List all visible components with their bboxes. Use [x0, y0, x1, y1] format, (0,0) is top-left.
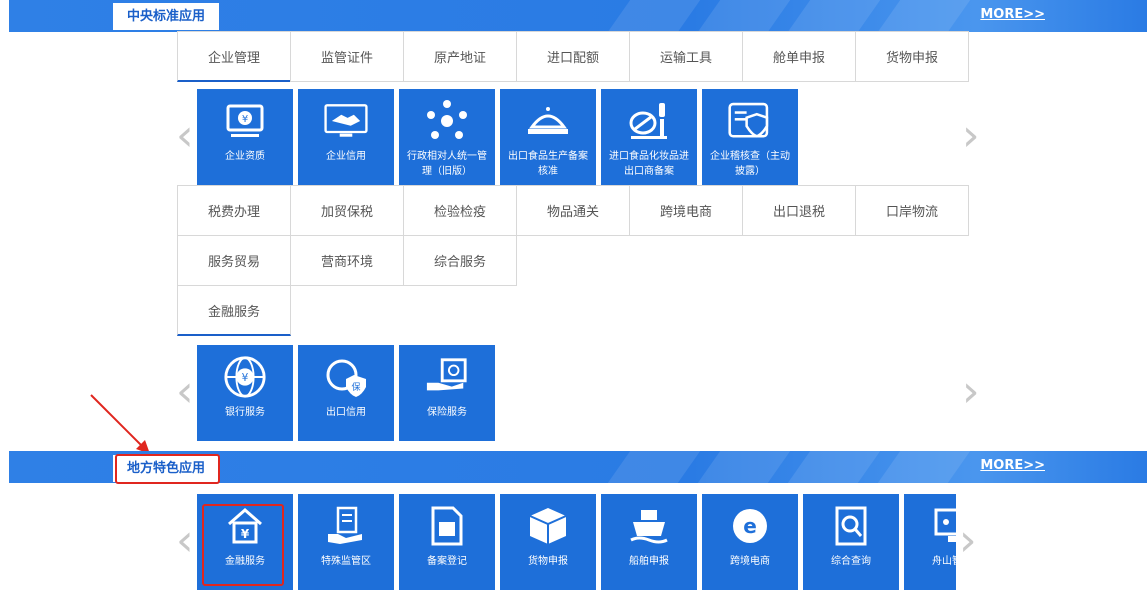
tab-manifest[interactable]: 舱单申报 — [742, 31, 856, 82]
tile-label: 舟山智慧 — [932, 556, 956, 567]
tile-label: 企业资质 — [225, 151, 265, 162]
tile-label: 企业信用 — [326, 151, 366, 162]
tabs-row-4: 金融服务 — [177, 285, 291, 336]
annotation-arrow — [90, 394, 150, 454]
ship-icon — [627, 504, 671, 548]
tile-enterprise-qualification[interactable]: ¥ 企业资质 — [197, 89, 293, 185]
tab-integrated-services[interactable]: 综合服务 — [403, 235, 517, 286]
carousel-next-icon[interactable]: › — [962, 370, 982, 414]
tab-tax[interactable]: 税费办理 — [177, 185, 291, 236]
annotation-box-financial — [202, 504, 284, 586]
tile-enterprise-audit[interactable]: 企业稽核查（主动披露） — [702, 89, 798, 185]
globe-shield-icon: 保 — [324, 355, 368, 399]
tile-cargo-declaration[interactable]: 货物申报 — [500, 494, 596, 590]
search-document-icon — [829, 504, 873, 548]
tile-label: 特殊监管区 — [321, 556, 371, 567]
carousel-prev-icon[interactable]: ‹ — [176, 370, 196, 414]
tab-export-rebate[interactable]: 出口退税 — [742, 185, 856, 236]
tab-transport[interactable]: 运输工具 — [629, 31, 743, 82]
tiles-enterprise: ¥ 企业资质 企业信用 行政相对人统一管理（旧版） 出口食品生产备案核准 进口食… — [197, 89, 798, 185]
form-document-icon — [425, 504, 469, 548]
tile-label: 进口食品化妆品进出口商备案 — [609, 151, 689, 177]
tile-import-cosmetics[interactable]: 进口食品化妆品进出口商备案 — [601, 89, 697, 185]
tile-filing-registration[interactable]: 备案登记 — [399, 494, 495, 590]
tab-port-logistics[interactable]: 口岸物流 — [855, 185, 969, 236]
tile-label: 银行服务 — [225, 407, 265, 418]
tile-label: 企业稽核查（主动披露） — [710, 151, 790, 177]
tile-label: 备案登记 — [427, 556, 467, 567]
monitor-certificate-icon: ¥ — [223, 99, 267, 143]
people-network-icon — [425, 99, 469, 143]
tiles-local-viewport: ¥ 金融服务 特殊监管区 备案登记 货物申报 船舶申报 e 跨境电商 综合查询 … — [197, 494, 956, 590]
ecommerce-e-icon: e — [728, 504, 772, 548]
more-link-central[interactable]: MORE>> — [980, 0, 1045, 30]
tab-origin-cert[interactable]: 原产地证 — [403, 31, 517, 82]
svg-text:¥: ¥ — [242, 372, 249, 384]
screen-icon — [930, 504, 956, 548]
tab-service-trade[interactable]: 服务贸易 — [177, 235, 291, 286]
tiles-financial: ¥ 银行服务 保 出口信用 保险服务 — [197, 345, 495, 441]
safe-hand-icon — [425, 355, 469, 399]
globe-yuan-icon: ¥ — [223, 355, 267, 399]
tab-financial-services[interactable]: 金融服务 — [177, 285, 291, 336]
annotation-box-title — [115, 454, 220, 484]
tab-enterprise-management[interactable]: 企业管理 — [177, 31, 291, 82]
tiles-local: ¥ 金融服务 特殊监管区 备案登记 货物申报 船舶申报 e 跨境电商 综合查询 … — [197, 494, 956, 590]
tile-label: 船舶申报 — [629, 556, 669, 567]
tile-ship-declaration[interactable]: 船舶申报 — [601, 494, 697, 590]
tile-label: 货物申报 — [528, 556, 568, 567]
tile-admin-counterpart[interactable]: 行政相对人统一管理（旧版） — [399, 89, 495, 185]
tile-bank-services[interactable]: ¥ 银行服务 — [197, 345, 293, 441]
tab-import-quota[interactable]: 进口配额 — [516, 31, 630, 82]
handshake-icon — [324, 99, 368, 143]
tile-insurance-services[interactable]: 保险服务 — [399, 345, 495, 441]
tabs-row-3: 服务贸易 营商环境 综合服务 — [177, 235, 517, 286]
svg-text:保: 保 — [351, 381, 360, 393]
tab-goods-declaration[interactable]: 货物申报 — [855, 31, 969, 82]
cargo-box-icon — [526, 504, 570, 548]
svg-text:e: e — [743, 514, 757, 538]
tab-business-env[interactable]: 营商环境 — [290, 235, 404, 286]
tile-zhoushan-smart[interactable]: 舟山智慧 — [904, 494, 956, 590]
tile-special-zone[interactable]: 特殊监管区 — [298, 494, 394, 590]
tabs-row-1: 企业管理 监管证件 原产地证 进口配额 运输工具 舱单申报 货物申报 — [177, 31, 969, 82]
document-shield-icon — [728, 99, 772, 143]
section-title-central: 中央标准应用 — [113, 3, 220, 30]
carousel-next-icon[interactable]: › — [959, 519, 979, 563]
tab-inspection[interactable]: 检验检疫 — [403, 185, 517, 236]
food-dish-icon — [526, 99, 570, 143]
carousel-prev-icon[interactable]: ‹ — [176, 114, 196, 158]
tile-enterprise-credit[interactable]: 企业信用 — [298, 89, 394, 185]
more-link-local[interactable]: MORE>> — [980, 451, 1045, 481]
carousel-prev-icon[interactable]: ‹ — [176, 519, 196, 563]
tile-label: 出口信用 — [326, 407, 366, 418]
tile-export-food[interactable]: 出口食品生产备案核准 — [500, 89, 596, 185]
tile-label: 保险服务 — [427, 407, 467, 418]
tile-label: 行政相对人统一管理（旧版） — [407, 151, 487, 177]
tile-label: 出口食品生产备案核准 — [508, 151, 588, 177]
hand-document-icon — [324, 504, 368, 548]
svg-text:¥: ¥ — [242, 114, 248, 125]
tab-processing-trade[interactable]: 加贸保税 — [290, 185, 404, 236]
tile-export-credit[interactable]: 保 出口信用 — [298, 345, 394, 441]
tabs-row-2: 税费办理 加贸保税 检验检疫 物品通关 跨境电商 出口退税 口岸物流 — [177, 185, 969, 236]
tile-label: 综合查询 — [831, 556, 871, 567]
cosmetics-icon — [627, 99, 671, 143]
tile-integrated-query[interactable]: 综合查询 — [803, 494, 899, 590]
tile-cross-border-ecommerce[interactable]: e 跨境电商 — [702, 494, 798, 590]
tab-permits[interactable]: 监管证件 — [290, 31, 404, 82]
tile-label: 跨境电商 — [730, 556, 770, 567]
tab-goods-clearance[interactable]: 物品通关 — [516, 185, 630, 236]
carousel-next-icon[interactable]: › — [962, 114, 982, 158]
tab-cross-border[interactable]: 跨境电商 — [629, 185, 743, 236]
